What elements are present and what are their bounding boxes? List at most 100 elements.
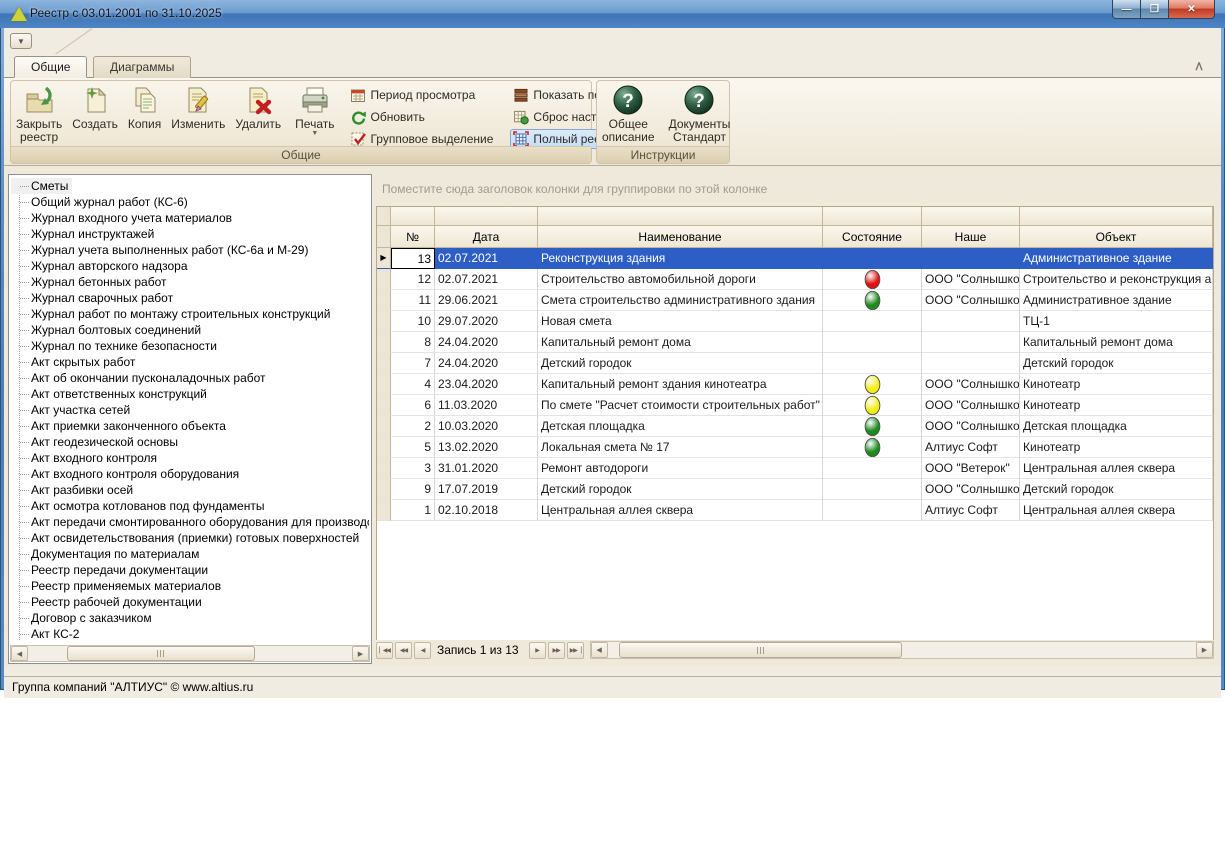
button-question-1[interactable]: ?Документы Стандарт [664, 81, 736, 146]
grid-scroll-right-icon[interactable]: ▶ [1196, 642, 1213, 658]
tree-item-26[interactable]: Реестр рабочей документации [11, 594, 369, 610]
quick-access-dropdown-icon[interactable]: ▼ [10, 33, 32, 49]
tree-item-24[interactable]: Реестр передачи документации [11, 562, 369, 578]
column-header-2[interactable]: Наименование [538, 226, 823, 248]
cell-date: 24.04.2020 [435, 353, 538, 374]
column-header-1[interactable]: Дата [435, 226, 538, 248]
cell-status [823, 269, 922, 290]
button-close-registry-0[interactable]: Закрыть реестр [11, 81, 67, 146]
tree-item-2[interactable]: Журнал входного учета материалов [11, 210, 369, 226]
button-delete-doc-4[interactable]: Удалить [230, 81, 286, 146]
svg-text:?: ? [622, 91, 634, 112]
tree-item-5[interactable]: Журнал авторского надзора [11, 258, 369, 274]
table-row-11[interactable]: 917.07.2019Детский городокООО "Солнышко"… [377, 479, 1213, 500]
tree-item-13[interactable]: Акт ответственных конструкций [11, 386, 369, 402]
column-header-3[interactable]: Состояние [823, 226, 922, 248]
tree-item-0[interactable]: Сметы [11, 178, 72, 194]
tree-item-12[interactable]: Акт об окончании пусконаладочных работ [11, 370, 369, 386]
cell-name: Детский городок [538, 479, 823, 500]
cell-status [823, 374, 922, 395]
cell-date: 29.06.2021 [435, 290, 538, 311]
button-printer-5[interactable]: Печать▼ [290, 81, 339, 146]
table-row-8[interactable]: 210.03.2020Детская площадкаООО "Солнышко… [377, 416, 1213, 437]
tree-scroll-thumb[interactable] [67, 646, 255, 661]
tree-item-27[interactable]: Договор с заказчиком [11, 610, 369, 626]
table-row-1[interactable]: 1202.07.2021Строительство автомобильной … [377, 269, 1213, 290]
table-row-7[interactable]: 611.03.2020По смете "Расчет стоимости ст… [377, 395, 1213, 416]
table-row-0[interactable]: ▶1302.07.2021Реконструкция зданияАдминис… [377, 248, 1213, 269]
tree-item-28[interactable]: Акт КС-2 [11, 626, 369, 642]
tree-scroll-track[interactable] [28, 646, 352, 661]
tree-item-18[interactable]: Акт входного контроля оборудования [11, 466, 369, 482]
table-row-12[interactable]: 102.10.2018Центральная аллея сквераАлтиу… [377, 500, 1213, 521]
grid-scroll-track[interactable] [608, 642, 1196, 658]
title-bar[interactable]: Реестр с 03.01.2001 по 31.10.2025 — ❐ ✕ [0, 0, 1225, 28]
nav-prev-icon[interactable]: ◀ [414, 642, 431, 659]
tree-item-11[interactable]: Акт скрытых работ [11, 354, 369, 370]
main-area: СметыОбщий журнал работ (КС-6)Журнал вхо… [4, 166, 1221, 666]
nav-next-page-icon[interactable]: ▶▶ [548, 642, 565, 659]
table-row-10[interactable]: 331.01.2020Ремонт автодорогиООО "Ветерок… [377, 458, 1213, 479]
cell-our: Алтиус Софт [922, 500, 1020, 521]
button-question-0[interactable]: ?Общее описание [597, 81, 660, 146]
nav-next-icon[interactable]: ▶ [529, 642, 546, 659]
row-indicator [377, 416, 391, 437]
button-copy-doc-2[interactable]: Копия [123, 81, 166, 146]
nav-first-icon[interactable]: ▏◀◀ [376, 642, 393, 659]
column-header-4[interactable]: Наше [922, 226, 1020, 248]
nav-prev-page-icon[interactable]: ◀◀ [395, 642, 412, 659]
tree-item-16[interactable]: Акт геодезической основы [11, 434, 369, 450]
status-light-yellow-icon [864, 374, 880, 393]
tree-item-1[interactable]: Общий журнал работ (КС-6) [11, 194, 369, 210]
table-row-6[interactable]: 423.04.2020Капитальный ремонт здания кин… [377, 374, 1213, 395]
tree-item-23[interactable]: Документация по материалам [11, 546, 369, 562]
tree-item-8[interactable]: Журнал работ по монтажу строительных кон… [11, 306, 369, 322]
tree-item-22[interactable]: Акт освидетельствования (приемки) готовы… [11, 530, 369, 546]
tree-item-20[interactable]: Акт осмотра котлованов под фундаменты [11, 498, 369, 514]
tree-item-7[interactable]: Журнал сварочных работ [11, 290, 369, 306]
tree-horizontal-scrollbar[interactable]: ◀ ▶ [10, 645, 370, 662]
table-row-4[interactable]: 824.04.2020Капитальный ремонт домаКапита… [377, 332, 1213, 353]
table-row-3[interactable]: 1029.07.2020Новая сметаТЦ-1 [377, 311, 1213, 332]
table-row-5[interactable]: 724.04.2020Детский городокДетский городо… [377, 353, 1213, 374]
grid-scroll-left-icon[interactable]: ◀ [591, 642, 608, 658]
tab-obshchie[interactable]: Общие [14, 56, 87, 78]
scroll-right-icon[interactable]: ▶ [352, 646, 369, 661]
tree-item-9[interactable]: Журнал болтовых соединений [11, 322, 369, 338]
small-button-calendar[interactable]: Период просмотра [347, 85, 499, 105]
button-new-doc-1[interactable]: Создать [67, 81, 123, 146]
column-header-5[interactable]: Объект [1020, 226, 1213, 248]
tree-item-6[interactable]: Журнал бетонных работ [11, 274, 369, 290]
cell-date: 31.01.2020 [435, 458, 538, 479]
close-button[interactable]: ✕ [1168, 0, 1215, 19]
tree-item-17[interactable]: Акт входного контроля [11, 450, 369, 466]
cell-our: ООО "Солнышко" [922, 374, 1020, 395]
tree-item-21[interactable]: Акт передачи смонтированного оборудовани… [11, 514, 369, 530]
tab-diagrammy[interactable]: Диаграммы [93, 56, 191, 78]
tree-item-10[interactable]: Журнал по технике безопасности [11, 338, 369, 354]
button-edit-doc-3[interactable]: Изменить [166, 81, 230, 146]
header-band-cell [1020, 207, 1213, 226]
cell-object: Кинотеатр [1020, 374, 1213, 395]
maximize-button[interactable]: ❐ [1141, 0, 1168, 19]
minimize-button[interactable]: — [1112, 0, 1141, 19]
tree-item-3[interactable]: Журнал инструктажей [11, 226, 369, 242]
table-row-2[interactable]: 1129.06.2021Смета строительство админист… [377, 290, 1213, 311]
tree-item-4[interactable]: Журнал учета выполненных работ (КС-6а и … [11, 242, 369, 258]
column-header-0[interactable]: № [391, 226, 435, 248]
ribbon-collapse-icon[interactable]: ᐱ [1191, 62, 1207, 74]
tree-item-25[interactable]: Реестр применяемых материалов [11, 578, 369, 594]
small-button-refresh[interactable]: Обновить [347, 107, 499, 127]
cell-num: 13 [391, 248, 435, 269]
groupby-band[interactable]: Поместите сюда заголовок колонки для гру… [376, 176, 1213, 204]
cell-our: ООО "Солнышко" [922, 479, 1020, 500]
tree-item-15[interactable]: Акт приемки законченного объекта [11, 418, 369, 434]
tree-item-14[interactable]: Акт участка сетей [11, 402, 369, 418]
scroll-left-icon[interactable]: ◀ [11, 646, 28, 661]
grid-horizontal-scrollbar[interactable]: ◀ ▶ [590, 641, 1214, 659]
table-row-9[interactable]: 513.02.2020Локальная смета № 17Алтиус Со… [377, 437, 1213, 458]
nav-last-icon[interactable]: ▶▶▕ [567, 642, 584, 659]
tree-item-19[interactable]: Акт разбивки осей [11, 482, 369, 498]
grid-scroll-thumb[interactable] [619, 642, 901, 658]
grid-header: №ДатаНаименованиеСостояниеНашеОбъект [377, 207, 1213, 248]
